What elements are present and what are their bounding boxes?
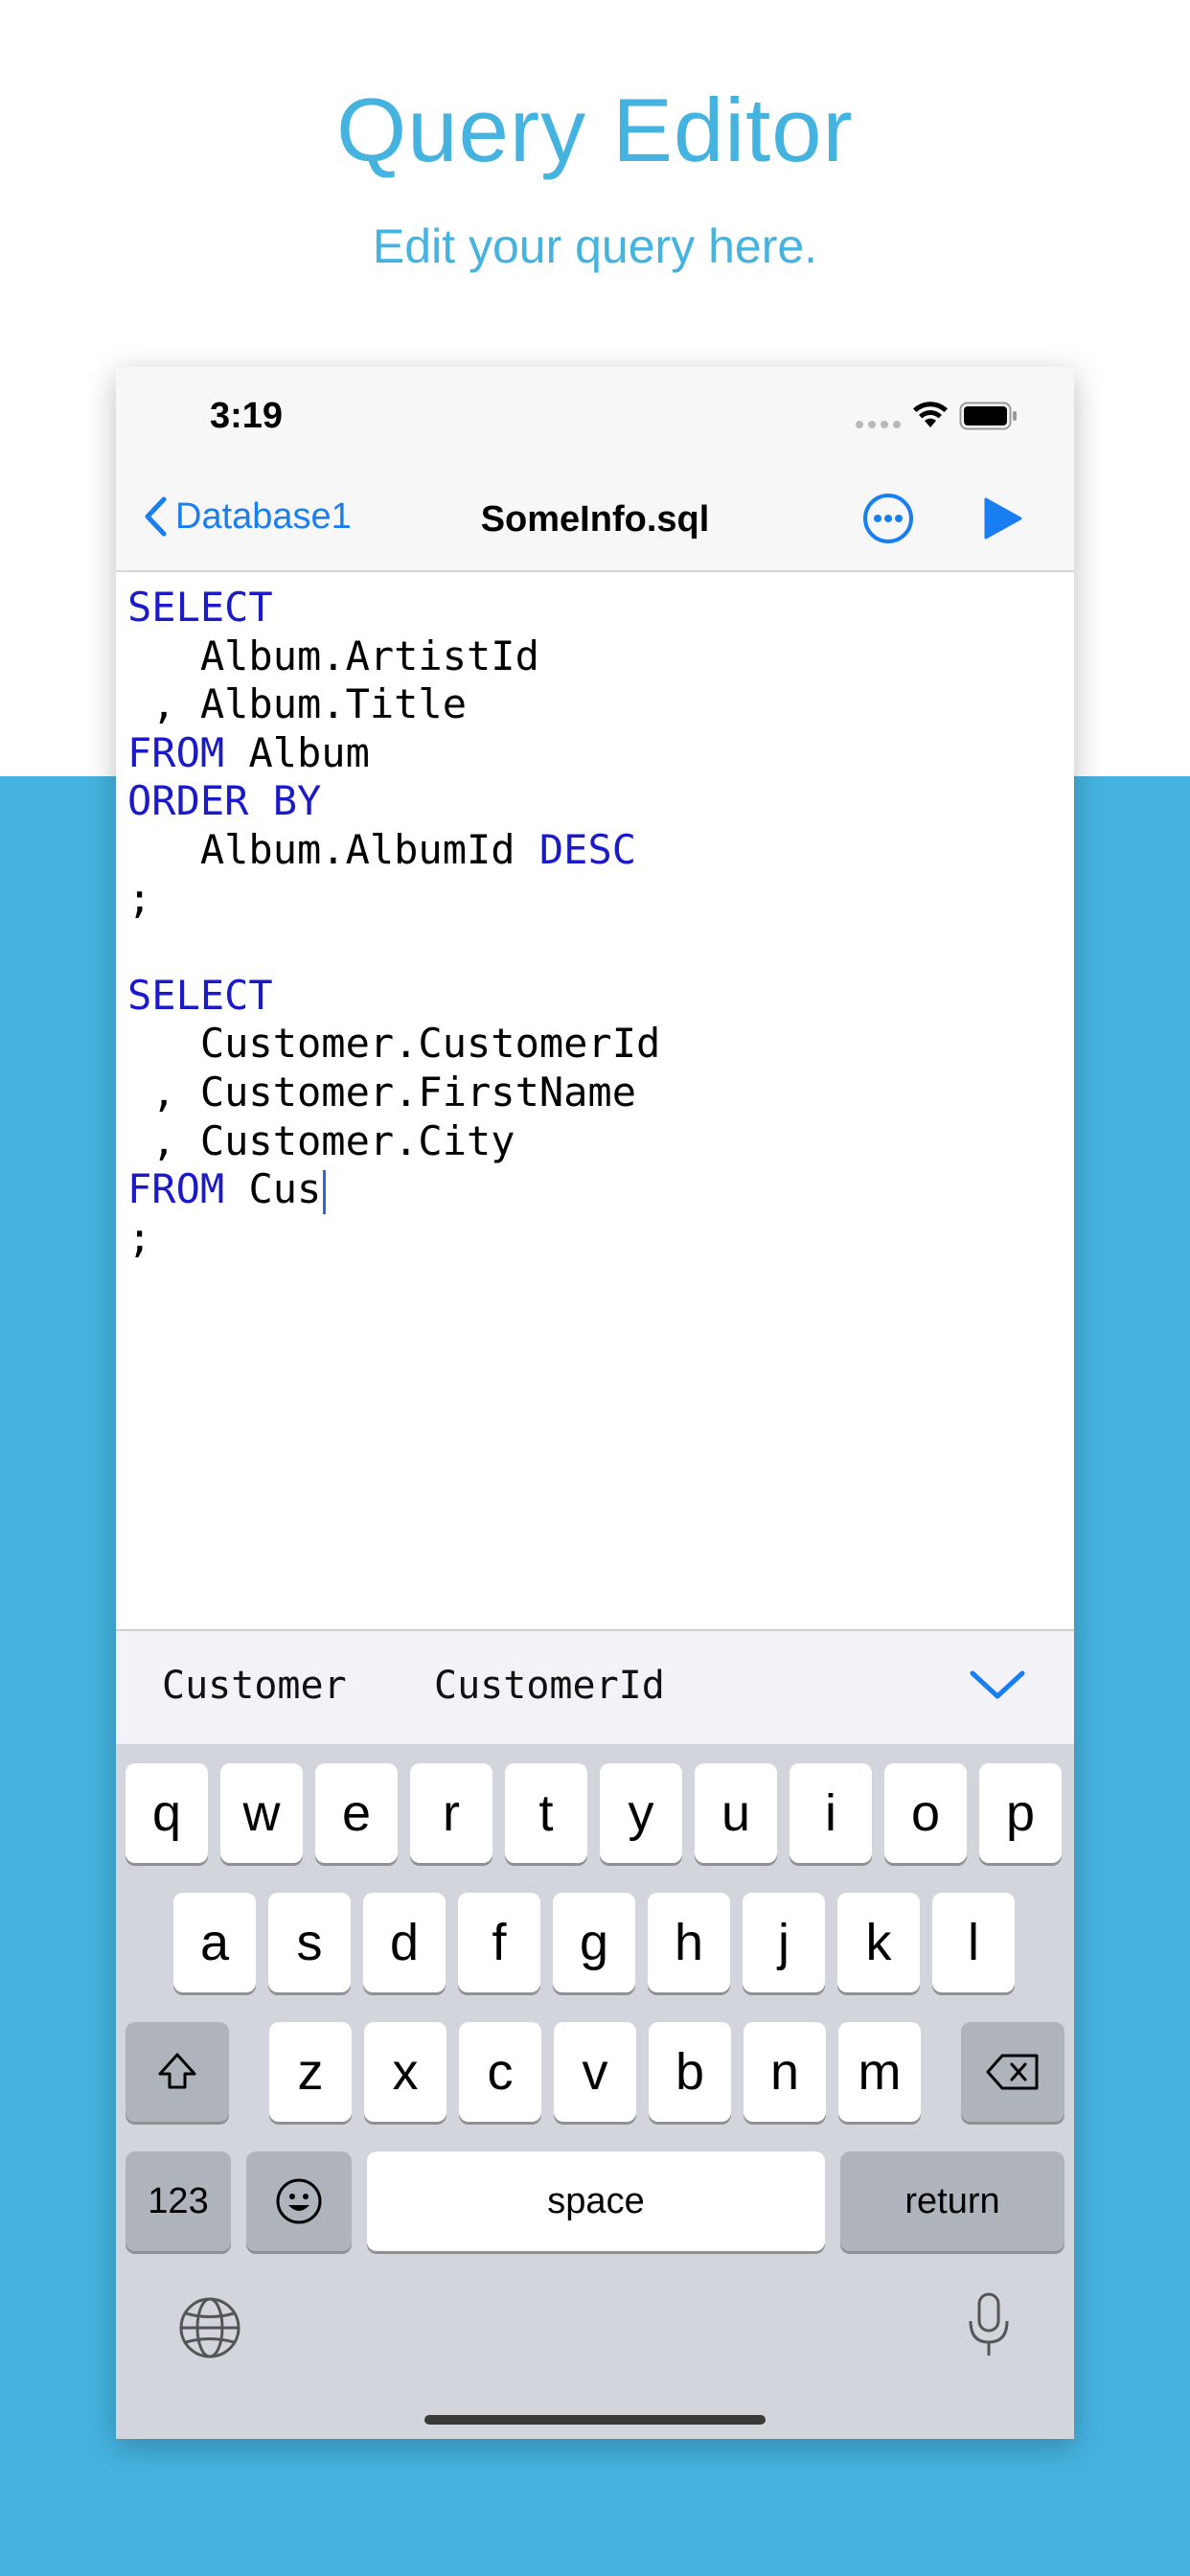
- phone-screen: 3:19 Database1 SomeInfo.sql SELECT Album…: [116, 367, 1074, 2439]
- key-h[interactable]: h: [648, 1893, 730, 1992]
- sql-text: Customer.CustomerId: [127, 1020, 661, 1068]
- navigation-bar: Database1 SomeInfo.sql: [116, 472, 1074, 572]
- back-button[interactable]: Database1: [143, 495, 352, 538]
- key-o[interactable]: o: [884, 1763, 967, 1863]
- sql-text: , Album.Title: [127, 680, 468, 728]
- key-m[interactable]: m: [838, 2022, 921, 2122]
- sql-text: , Customer.City: [127, 1116, 515, 1164]
- key-y[interactable]: y: [600, 1763, 682, 1863]
- sql-keyword: SELECT: [127, 971, 273, 1019]
- more-icon[interactable]: [861, 492, 915, 545]
- code-line: Customer.CustomerId: [127, 1020, 1074, 1069]
- sql-text: Album.ArtistId: [127, 632, 539, 679]
- return-key[interactable]: return: [840, 2151, 1064, 2251]
- sql-keyword: ORDER BY: [127, 777, 322, 825]
- key-u[interactable]: u: [695, 1763, 777, 1863]
- key-e[interactable]: e: [315, 1763, 398, 1863]
- code-line: SELECT: [127, 972, 1074, 1021]
- code-line: ;: [127, 1214, 1074, 1263]
- key-a[interactable]: a: [173, 1893, 256, 1992]
- key-s[interactable]: s: [268, 1893, 351, 1992]
- space-key[interactable]: space: [367, 2151, 825, 2251]
- wifi-icon: [913, 402, 948, 427]
- globe-icon[interactable]: [177, 2295, 242, 2360]
- key-x[interactable]: x: [364, 2022, 446, 2122]
- sql-text: , Customer.FirstName: [127, 1068, 637, 1116]
- status-time: 3:19: [210, 396, 284, 436]
- delete-key[interactable]: [961, 2022, 1064, 2122]
- microphone-icon[interactable]: [967, 2290, 1011, 2359]
- emoji-key[interactable]: [246, 2151, 352, 2251]
- code-line: ORDER BY: [127, 777, 1074, 826]
- sql-text: Album: [224, 728, 370, 776]
- shift-key[interactable]: [126, 2022, 229, 2122]
- code-line: , Customer.FirstName: [127, 1069, 1074, 1117]
- text-caret: [323, 1169, 327, 1214]
- key-q[interactable]: q: [126, 1763, 208, 1863]
- battery-icon: [959, 402, 1017, 430]
- code-line: , Customer.City: [127, 1117, 1074, 1166]
- sql-editor[interactable]: SELECT Album.ArtistId , Album.Title FROM …: [116, 572, 1074, 1626]
- code-line: Album.ArtistId: [127, 632, 1074, 681]
- emoji-icon: [276, 2178, 322, 2224]
- back-button-label: Database1: [175, 495, 352, 537]
- numbers-key[interactable]: 123: [126, 2151, 231, 2251]
- key-j[interactable]: j: [743, 1893, 825, 1992]
- key-f[interactable]: f: [458, 1893, 540, 1992]
- sql-text: ;: [127, 874, 152, 922]
- suggestion-customerid[interactable]: CustomerId: [434, 1664, 665, 1708]
- suggestion-customer[interactable]: Customer: [162, 1664, 347, 1708]
- key-k[interactable]: k: [837, 1893, 920, 1992]
- chevron-left-icon: [145, 496, 167, 537]
- key-n[interactable]: n: [744, 2022, 826, 2122]
- backspace-icon: [986, 2054, 1039, 2090]
- autocomplete-bar: Customer CustomerId: [116, 1629, 1074, 1744]
- sql-text: ;: [127, 1213, 152, 1261]
- key-g[interactable]: g: [553, 1893, 635, 1992]
- keyboard: q w e r t y u i o p a s d f g h j k l z …: [116, 1744, 1074, 2439]
- sql-keyword: DESC: [538, 825, 637, 873]
- key-i[interactable]: i: [790, 1763, 872, 1863]
- code-line: ;: [127, 875, 1074, 924]
- signal-dots-icon: [856, 421, 901, 428]
- code-line: SELECT: [127, 584, 1074, 632]
- key-t[interactable]: t: [505, 1763, 587, 1863]
- code-line: Album.AlbumId DESC: [127, 826, 1074, 875]
- sql-text: Cus: [224, 1165, 322, 1213]
- chevron-down-icon[interactable]: [969, 1668, 1026, 1702]
- sql-keyword: FROM: [127, 1165, 225, 1213]
- key-p[interactable]: p: [979, 1763, 1062, 1863]
- key-b[interactable]: b: [649, 2022, 731, 2122]
- code-line: , Album.Title: [127, 680, 1074, 729]
- sql-keyword: FROM: [127, 728, 225, 776]
- key-r[interactable]: r: [410, 1763, 492, 1863]
- key-z[interactable]: z: [269, 2022, 352, 2122]
- key-l[interactable]: l: [932, 1893, 1015, 1992]
- promo-subtitle: Edit your query here.: [372, 219, 818, 273]
- code-line: FROM Album: [127, 729, 1074, 778]
- sql-text: Album.AlbumId: [127, 825, 539, 873]
- key-c[interactable]: c: [459, 2022, 541, 2122]
- sql-keyword: SELECT: [127, 584, 273, 631]
- promo-title: Query Editor: [336, 80, 854, 180]
- play-icon[interactable]: [982, 495, 1024, 541]
- shift-icon: [158, 2053, 196, 2089]
- key-d[interactable]: d: [363, 1893, 446, 1992]
- status-bar: 3:19: [116, 367, 1074, 472]
- code-line: FROM Cus: [127, 1165, 1074, 1214]
- home-indicator: [424, 2415, 766, 2425]
- key-v[interactable]: v: [554, 2022, 636, 2122]
- key-w[interactable]: w: [220, 1763, 303, 1863]
